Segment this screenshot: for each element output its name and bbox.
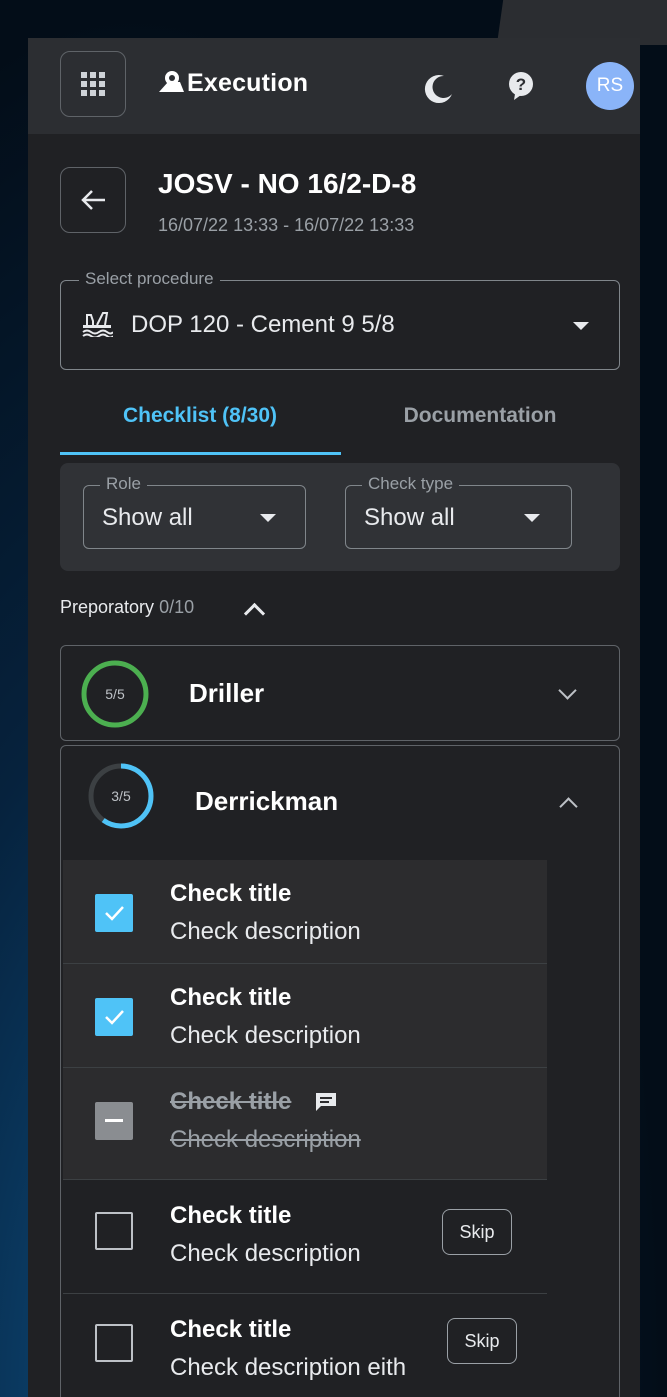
tab-documentation[interactable]: Documentation [340,404,620,428]
procedure-select-value: DOP 120 - Cement 9 5/8 [131,311,395,338]
check-type-filter-label: Check type [362,474,460,494]
check-title: Check title [170,1202,292,1229]
app-name: Execution [187,68,309,97]
check-description: Check description [170,1022,361,1049]
check-description: Check description [170,1126,361,1153]
section-title: Preporatory [60,597,155,617]
checkbox-unchecked[interactable] [95,1212,133,1250]
chevron-down-icon [260,514,276,522]
top-bar: Execution ? RS [28,38,640,134]
checkbox-checked[interactable] [95,998,133,1036]
check-type-filter-select[interactable]: Check type Show all [345,474,572,549]
page-title: JOSV - NO 16/2-D-8 [158,168,417,199]
progress-ring-label: 3/5 [111,788,131,804]
user-avatar[interactable]: RS [586,62,634,110]
checkbox-checked[interactable] [95,894,133,932]
progress-ring-label: 5/5 [105,686,125,702]
active-tab-indicator [60,452,341,455]
check-icon [105,1010,124,1025]
check-type-filter-value: Show all [364,504,455,531]
role-name: Derrickman [195,786,339,816]
chevron-up-icon[interactable] [243,602,266,625]
dark-mode-moon-icon[interactable] [422,72,456,106]
skip-button[interactable]: Skip [442,1209,512,1255]
comment-icon[interactable] [315,1092,337,1112]
check-description: Check description eith [170,1354,407,1381]
check-item[interactable]: Check title Check description [63,1068,547,1180]
check-item[interactable]: Check title Check description eith Skip [63,1294,547,1397]
section-count: 0/10 [159,597,195,617]
offshore-rig-icon [82,312,113,337]
check-description: Check description [170,1240,361,1267]
filter-panel: Role Show all Check type Show all [60,463,620,571]
check-list: Check title Check description Check titl… [63,860,547,1397]
apps-grid-icon [81,72,105,96]
execution-logo-icon [159,71,184,92]
checkbox-indeterminate[interactable] [95,1102,133,1140]
check-title: Check title [170,880,292,907]
tab-checklist[interactable]: Checklist (8/30) [60,404,340,428]
check-item[interactable]: Check title Check description [63,964,547,1068]
check-icon [105,906,124,921]
apps-menu-button[interactable] [60,51,126,117]
check-title: Check title [170,1088,292,1115]
role-card-driller[interactable]: 5/5 Driller [60,645,620,741]
page-date-range: 16/07/22 13:33 - 16/07/22 13:33 [158,215,415,235]
check-title: Check title [170,984,292,1011]
check-item[interactable]: Check title Check description Skip [63,1180,547,1294]
check-title: Check title [170,1316,292,1343]
minus-icon [105,1119,123,1122]
chevron-up-icon[interactable] [559,797,578,816]
svg-text:?: ? [516,75,526,94]
procedure-select-label: Select procedure [79,269,220,289]
procedure-select[interactable]: Select procedure DOP 120 - Cement 9 5/8 [60,269,620,370]
checkbox-unchecked[interactable] [95,1324,133,1362]
chevron-down-icon [573,322,589,330]
app-window: Execution ? RS JOSV - NO 16/2-D-8 16/07/… [28,38,640,1397]
check-description: Check description [170,918,361,945]
skip-button[interactable]: Skip [447,1318,517,1364]
arrow-left-icon [81,190,105,210]
role-filter-select[interactable]: Role Show all [83,474,306,549]
back-button[interactable] [60,167,126,233]
app-brand: Execution [156,68,308,98]
check-item[interactable]: Check title Check description [63,860,547,964]
role-filter-value: Show all [102,504,193,531]
chevron-down-icon [524,514,540,522]
section-header[interactable]: Preporatory 0/10 [60,597,194,618]
help-icon[interactable]: ? [506,71,536,101]
chevron-down-icon [558,681,577,700]
role-name: Driller [189,678,265,708]
role-filter-label: Role [100,474,147,494]
